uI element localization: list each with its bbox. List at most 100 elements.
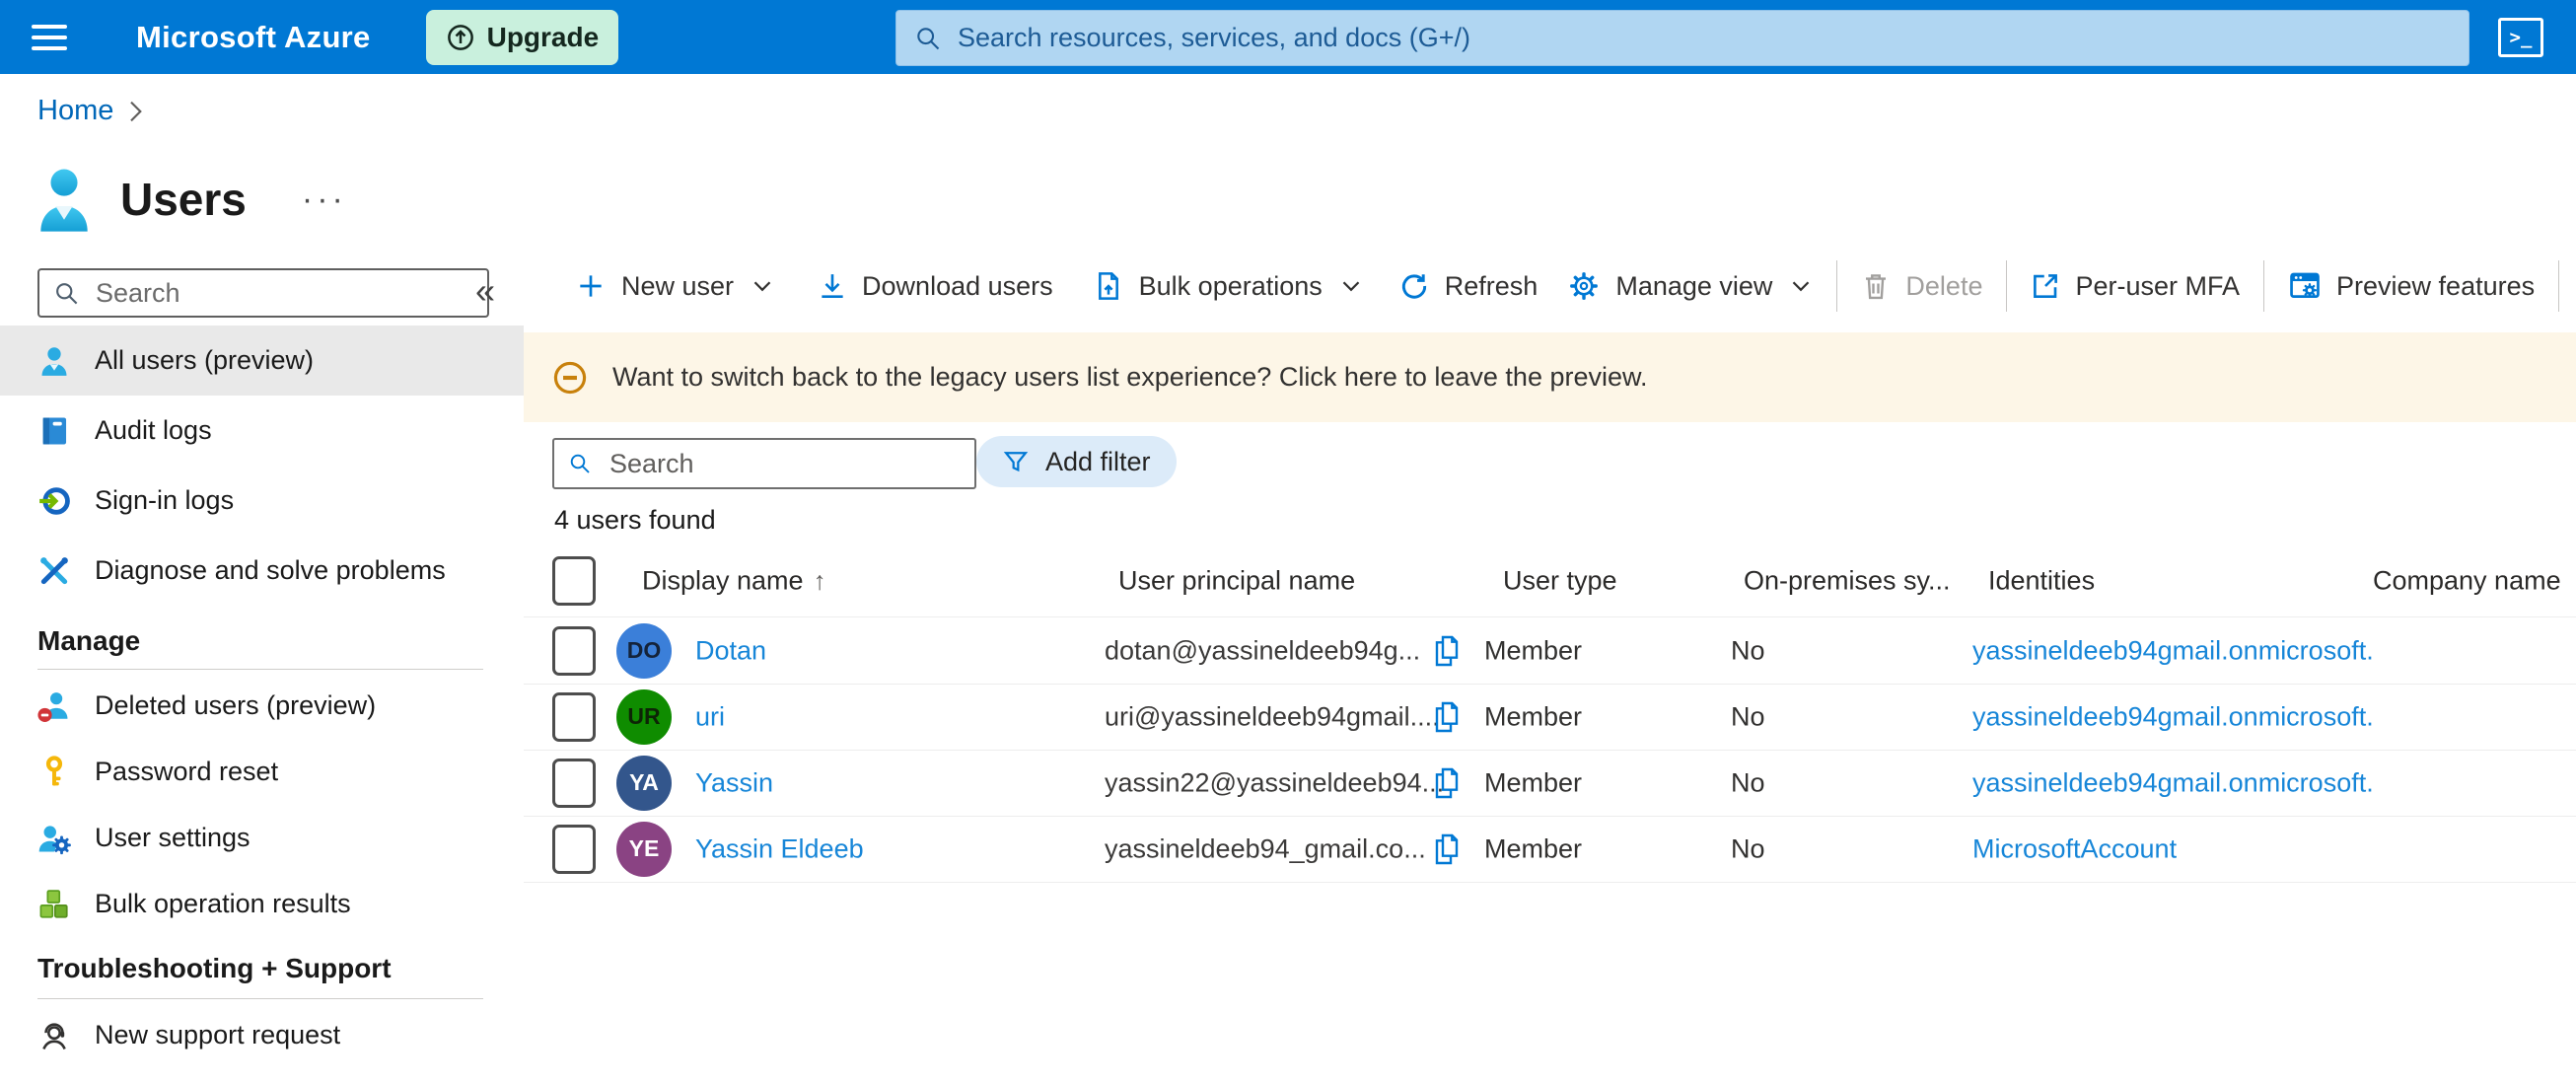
page-overflow-button[interactable]: ···	[302, 181, 347, 219]
sidebar-nav-support: New support request	[0, 1002, 524, 1068]
table-row[interactable]: YE Yassin Eldeeb yassineldeeb94_gmail.co…	[524, 816, 2576, 883]
refresh-button[interactable]: Refresh	[1398, 270, 1538, 302]
minus-circle-icon	[553, 361, 587, 394]
sidebar-item-user-settings[interactable]: User settings	[0, 805, 524, 871]
add-filter-button[interactable]: Add filter	[976, 436, 1177, 487]
upgrade-button[interactable]: Upgrade	[425, 9, 619, 65]
sign-in-icon	[37, 484, 71, 518]
user-display-name-link[interactable]: Yassin	[695, 767, 773, 798]
user-principal-name: yassin22@yassineldeeb94...	[1105, 767, 1445, 797]
table-header: Display name ↑ User principal name User t…	[524, 544, 2576, 617]
on-premises-sync: No	[1731, 767, 1765, 797]
column-on-premises[interactable]: On-premises sy...	[1744, 565, 1951, 596]
column-display-name[interactable]: Display name ↑	[642, 565, 826, 596]
user-display-name-link[interactable]: uri	[695, 701, 725, 732]
row-checkbox[interactable]	[552, 691, 596, 742]
sidebar-nav: All users (preview) Audit logs Sign-in l…	[0, 326, 524, 606]
chevron-down-icon	[1342, 281, 1360, 292]
banner-message: Want to switch back to the legacy users …	[612, 362, 1648, 392]
toolbar-divider	[2558, 260, 2560, 312]
row-checkbox[interactable]	[552, 625, 596, 676]
user-display-name-link[interactable]: Yassin Eldeeb	[695, 833, 864, 864]
breadcrumb: Home	[37, 95, 143, 127]
top-bar: Microsoft Azure Upgrade >_	[0, 0, 2576, 74]
sidebar-nav-manage: Deleted users (preview) Password reset U…	[0, 673, 524, 937]
divider	[37, 998, 483, 999]
document-upload-icon	[1098, 272, 1118, 300]
column-company-name[interactable]: Company name	[2373, 565, 2561, 596]
bulk-operations-button[interactable]: Bulk operations	[1093, 270, 1363, 302]
column-identities[interactable]: Identities	[1988, 565, 2095, 596]
row-checkbox[interactable]	[552, 758, 596, 808]
delete-button[interactable]: Delete	[1861, 271, 1982, 302]
identity-link[interactable]: yassineldeeb94gmail.onmicrosoft.	[1972, 767, 2374, 798]
search-icon	[56, 282, 78, 304]
table-row[interactable]: DO Dotan dotan@yassineldeeb94g... Member…	[524, 617, 2576, 685]
column-user-principal-name[interactable]: User principal name	[1118, 565, 1355, 596]
copy-icon[interactable]	[1431, 699, 1463, 735]
toolbar-divider	[2006, 260, 2008, 312]
deleted-user-icon	[37, 689, 71, 723]
preview-features-button[interactable]: Preview features	[2288, 269, 2535, 303]
toolbar-divider	[1836, 260, 1838, 312]
download-users-button[interactable]: Download users	[818, 271, 1053, 302]
results-count: 4 users found	[554, 505, 716, 535]
plus-icon	[580, 275, 602, 297]
sidebar-item-sign-in-logs[interactable]: Sign-in logs	[0, 466, 524, 536]
identity-link[interactable]: yassineldeeb94gmail.onmicrosoft.	[1972, 635, 2374, 666]
table-row[interactable]: UR uri uri@yassineldeeb94gmail.... Membe…	[524, 684, 2576, 751]
select-all-checkbox[interactable]	[552, 555, 596, 606]
tools-icon	[37, 554, 71, 588]
refresh-icon	[1401, 274, 1426, 299]
user-display-name-link[interactable]: Dotan	[695, 635, 766, 666]
column-user-type[interactable]: User type	[1503, 565, 1617, 596]
table-row[interactable]: YA Yassin yassin22@yassineldeeb94... Mem…	[524, 750, 2576, 817]
sidebar-item-new-support-request[interactable]: New support request	[0, 1002, 524, 1068]
trash-icon	[1866, 274, 1887, 300]
sidebar-collapse-button[interactable]: «	[475, 270, 495, 312]
page-title: Users	[120, 174, 247, 225]
sidebar-item-deleted-users[interactable]: Deleted users (preview)	[0, 673, 524, 739]
page-header: Users ···	[36, 156, 347, 243]
on-premises-sync: No	[1731, 701, 1765, 731]
cloud-shell-icon[interactable]: >_	[2498, 18, 2543, 57]
divider	[37, 669, 483, 670]
chevron-down-icon	[1793, 281, 1810, 292]
brand-title[interactable]: Microsoft Azure	[136, 20, 371, 55]
sidebar-item-password-reset[interactable]: Password reset	[0, 739, 524, 805]
breadcrumb-home-link[interactable]: Home	[37, 95, 113, 127]
download-icon	[822, 274, 843, 298]
copy-icon[interactable]	[1431, 633, 1463, 669]
sidebar-item-bulk-operation-results[interactable]: Bulk operation results	[0, 871, 524, 937]
gear-icon	[1570, 272, 1599, 300]
user-list-search-input[interactable]	[608, 447, 961, 480]
manage-view-button[interactable]: Manage view	[1567, 269, 1813, 303]
sidebar-item-audit-logs[interactable]: Audit logs	[0, 396, 524, 466]
per-user-mfa-button[interactable]: Per-user MFA	[2031, 271, 2240, 302]
toolbar-divider	[2263, 260, 2265, 312]
sidebar-item-all-users[interactable]: All users (preview)	[0, 326, 524, 396]
sort-ascending-icon: ↑	[813, 565, 826, 595]
search-icon	[570, 454, 590, 473]
global-search	[895, 10, 2469, 66]
hamburger-menu-icon[interactable]	[32, 18, 67, 57]
user-principal-name: dotan@yassineldeeb94g...	[1105, 635, 1421, 665]
preview-features-icon	[2290, 272, 2320, 298]
user-gear-icon	[37, 822, 71, 855]
external-link-icon	[2034, 274, 2058, 298]
identity-link[interactable]: yassineldeeb94gmail.onmicrosoft.	[1972, 701, 2374, 732]
row-checkbox[interactable]	[552, 824, 596, 874]
sidebar-section-manage: Manage	[37, 625, 141, 656]
global-search-input[interactable]	[956, 22, 2451, 54]
copy-icon[interactable]	[1431, 832, 1463, 867]
sidebar-search-input[interactable]	[94, 276, 473, 310]
key-icon	[37, 755, 71, 789]
identity-link[interactable]: MicrosoftAccount	[1972, 833, 2177, 864]
sidebar-search	[37, 268, 489, 318]
preview-banner[interactable]: Want to switch back to the legacy users …	[524, 332, 2576, 422]
sidebar-item-diagnose[interactable]: Diagnose and solve problems	[0, 536, 524, 606]
user-list-search	[552, 438, 976, 489]
copy-icon[interactable]	[1431, 765, 1463, 801]
new-user-button[interactable]: New user	[575, 270, 774, 302]
search-icon	[917, 27, 940, 49]
